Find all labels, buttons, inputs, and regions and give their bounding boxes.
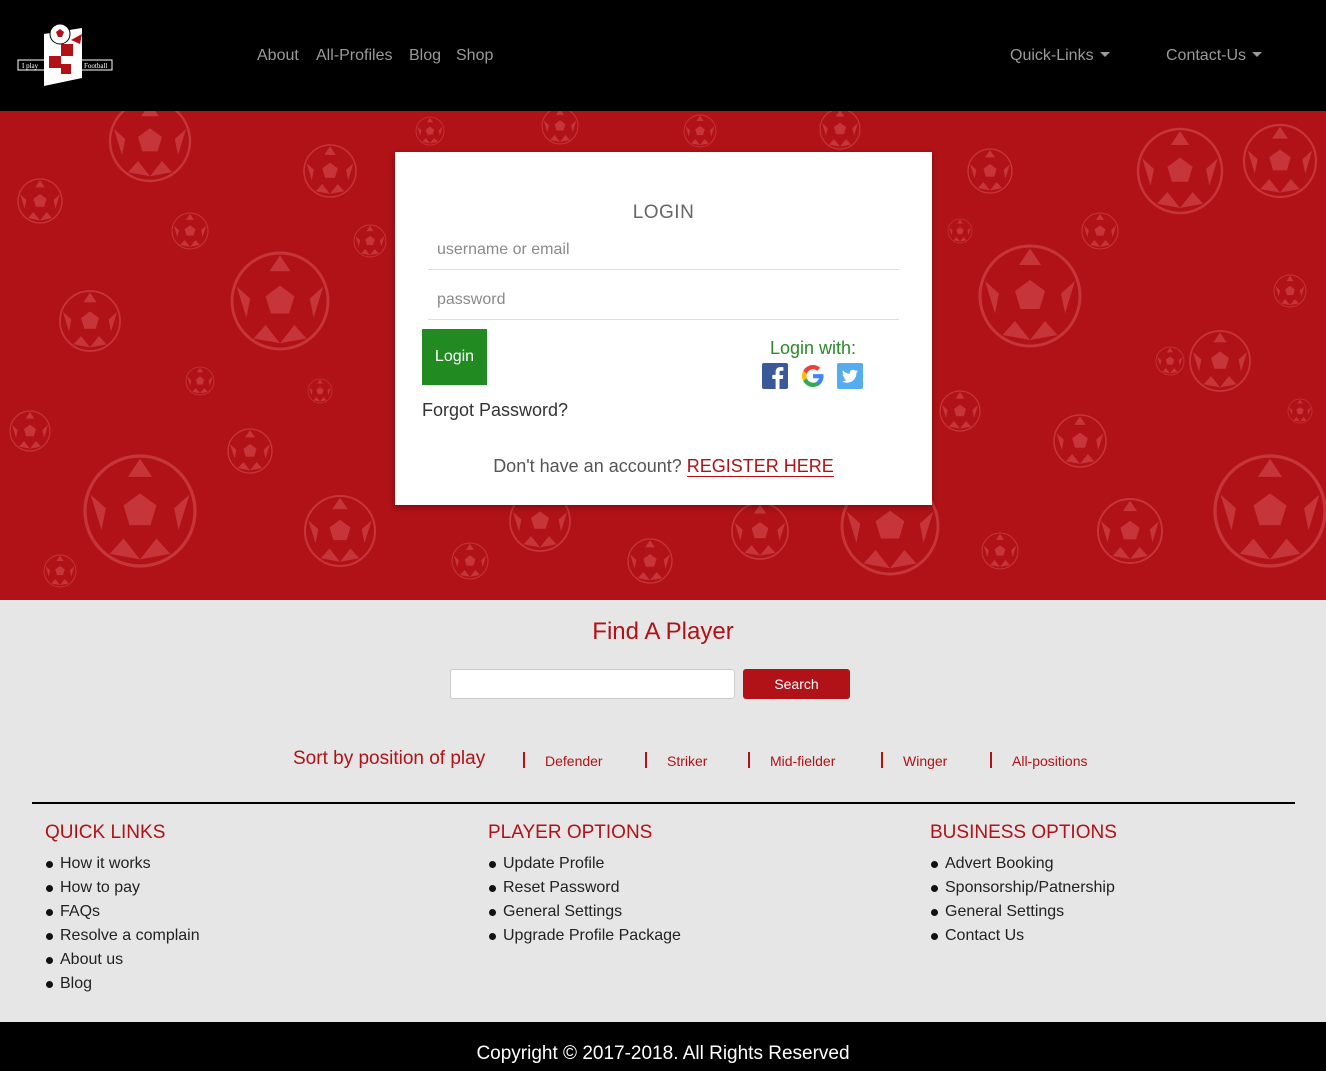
chevron-down-icon <box>1099 52 1110 57</box>
position-winger-link[interactable]: Winger <box>903 753 947 769</box>
no-account-text: Don't have an account? <box>493 456 682 476</box>
password-input[interactable] <box>428 280 899 320</box>
list-item: General Settings <box>930 900 1117 924</box>
footer-quick-links: QUICK LINKS How it works How to pay FAQs… <box>45 822 200 996</box>
nav-blog-link[interactable]: Blog <box>409 46 441 66</box>
list-item: Reset Password <box>488 876 681 900</box>
footer-link[interactable]: Update Profile <box>503 855 604 872</box>
site-logo[interactable]: I play Football <box>16 20 114 88</box>
list-item: Advert Booking <box>930 852 1117 876</box>
quick-links-heading: QUICK LINKS <box>45 822 166 843</box>
separator <box>523 752 525 768</box>
list-item: FAQs <box>45 900 200 924</box>
position-all-link[interactable]: All-positions <box>1012 753 1087 769</box>
footer-link[interactable]: How it works <box>60 855 151 872</box>
player-options-heading: PLAYER OPTIONS <box>488 822 653 843</box>
list-item: How it works <box>45 852 200 876</box>
twitter-icon[interactable] <box>837 363 863 389</box>
copyright-text: Copyright © 2017-2018. All Rights Reserv… <box>476 1043 850 1064</box>
sort-by-position-label: Sort by position of play <box>293 748 486 769</box>
footer-player-options: PLAYER OPTIONS Update Profile Reset Pass… <box>488 822 681 948</box>
quick-links-label: Quick-Links <box>1010 47 1094 64</box>
logo-text-right: Football <box>84 62 107 70</box>
separator <box>881 752 883 768</box>
list-item: Sponsorship/Patnership <box>930 876 1117 900</box>
separator <box>748 752 750 768</box>
find-player-title: Find A Player <box>592 618 734 645</box>
footer-link[interactable]: Contact Us <box>945 927 1024 944</box>
list-item: How to pay <box>45 876 200 900</box>
nav-shop-link[interactable]: Shop <box>456 46 493 66</box>
list-item: Blog <box>45 972 200 996</box>
top-navbar: I play Football About All-Profiles Blog … <box>0 0 1326 111</box>
separator <box>645 752 647 768</box>
list-item: General Settings <box>488 900 681 924</box>
list-item: Resolve a complain <box>45 924 200 948</box>
google-icon[interactable] <box>800 363 826 389</box>
player-search-input[interactable] <box>450 669 735 699</box>
logo-text-left: I play <box>22 62 39 70</box>
footer-link[interactable]: General Settings <box>503 903 622 920</box>
footer-link[interactable]: Sponsorship/Patnership <box>945 879 1115 896</box>
username-input[interactable] <box>428 230 899 270</box>
facebook-icon[interactable] <box>762 363 788 389</box>
footer-link[interactable]: Upgrade Profile Package <box>503 927 681 944</box>
footer-business-options: BUSINESS OPTIONS Advert Booking Sponsors… <box>930 822 1117 948</box>
nav-all-profiles-link[interactable]: All-Profiles <box>316 46 392 66</box>
list-item: About us <box>45 948 200 972</box>
footer-link[interactable]: Resolve a complain <box>60 927 200 944</box>
position-midfielder-link[interactable]: Mid-fielder <box>770 753 835 769</box>
footer-link[interactable]: FAQs <box>60 903 100 920</box>
forgot-password-link[interactable]: Forgot Password? <box>422 400 568 421</box>
list-item: Upgrade Profile Package <box>488 924 681 948</box>
login-with-label: Login with: <box>770 338 857 358</box>
login-button[interactable]: Login <box>422 329 487 385</box>
footer-link[interactable]: General Settings <box>945 903 1064 920</box>
chevron-down-icon <box>1252 52 1263 57</box>
register-link[interactable]: REGISTER HERE <box>686 456 834 477</box>
footer-link[interactable]: Advert Booking <box>945 855 1054 872</box>
separator <box>990 752 992 768</box>
business-options-heading: BUSINESS OPTIONS <box>930 822 1117 843</box>
contact-us-label: Contact-Us <box>1166 47 1247 64</box>
contact-us-dropdown[interactable]: Contact-Us <box>1166 46 1263 66</box>
register-prompt: Don't have an account? REGISTER HERE <box>395 456 932 477</box>
footer-link[interactable]: Reset Password <box>503 879 620 896</box>
quick-links-dropdown[interactable]: Quick-Links <box>1010 46 1110 66</box>
footer-link[interactable]: Blog <box>60 975 92 992</box>
section-divider <box>32 802 1295 804</box>
position-defender-link[interactable]: Defender <box>545 753 603 769</box>
login-title: LOGIN <box>632 202 695 223</box>
login-card: LOGIN Login Forgot Password? Login with:… <box>395 152 932 505</box>
search-button[interactable]: Search <box>743 669 850 699</box>
position-striker-link[interactable]: Striker <box>667 753 707 769</box>
footer-link[interactable]: About us <box>60 951 123 968</box>
footer-link[interactable]: How to pay <box>60 879 140 896</box>
list-item: Contact Us <box>930 924 1117 948</box>
nav-about-link[interactable]: About <box>257 46 299 66</box>
list-item: Update Profile <box>488 852 681 876</box>
